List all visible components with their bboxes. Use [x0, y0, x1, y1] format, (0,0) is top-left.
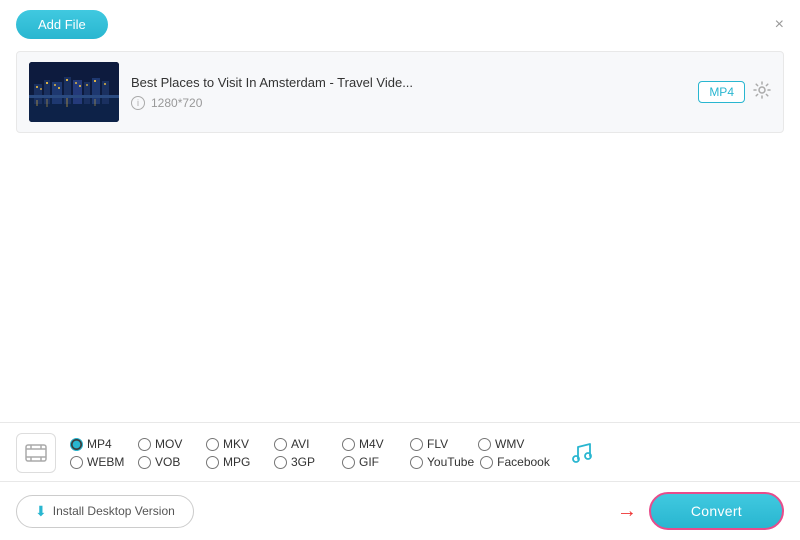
format-youtube-label: YouTube [427, 455, 474, 469]
file-info: Best Places to Visit In Amsterdam - Trav… [131, 75, 686, 110]
format-section: MP4 MOV MKV AVI M4V [0, 423, 800, 482]
format-avi-radio[interactable] [274, 438, 287, 451]
format-gif-label: GIF [359, 455, 379, 469]
format-vob-label: VOB [155, 455, 180, 469]
format-flv-label: FLV [427, 437, 448, 451]
file-title: Best Places to Visit In Amsterdam - Trav… [131, 75, 686, 90]
format-vob-radio[interactable] [138, 456, 151, 469]
format-m4v-radio[interactable] [342, 438, 355, 451]
format-m4v-label: M4V [359, 437, 384, 451]
format-3gp-radio[interactable] [274, 456, 287, 469]
format-vob[interactable]: VOB [138, 455, 200, 469]
file-thumbnail [29, 62, 119, 122]
format-mp4-radio[interactable] [70, 438, 83, 451]
format-flv-radio[interactable] [410, 438, 423, 451]
top-bar: Add File × [0, 0, 800, 47]
arrow-icon: → [617, 500, 637, 523]
format-webm-radio[interactable] [70, 456, 83, 469]
format-mov[interactable]: MOV [138, 437, 200, 451]
convert-area: → Convert [617, 492, 784, 530]
format-mpg-radio[interactable] [206, 456, 219, 469]
format-3gp[interactable]: 3GP [274, 455, 336, 469]
bottom-actions: ⬇ Install Desktop Version → Convert [0, 482, 800, 540]
file-resolution: 1280*720 [151, 96, 202, 110]
format-mov-label: MOV [155, 437, 182, 451]
format-youtube-radio[interactable] [410, 456, 423, 469]
format-facebook[interactable]: Facebook [480, 455, 550, 469]
install-desktop-button[interactable]: ⬇ Install Desktop Version [16, 495, 194, 528]
convert-button[interactable]: Convert [649, 492, 784, 530]
format-webm[interactable]: WEBM [70, 455, 132, 469]
download-icon: ⬇ [35, 503, 47, 520]
format-mkv-radio[interactable] [206, 438, 219, 451]
format-options: MP4 MOV MKV AVI M4V [70, 437, 550, 469]
middle-area [0, 137, 800, 377]
format-mkv-label: MKV [223, 437, 249, 451]
format-row-2: WEBM VOB MPG 3GP GIF [70, 455, 550, 469]
format-mkv[interactable]: MKV [206, 437, 268, 451]
format-row-1: MP4 MOV MKV AVI M4V [70, 437, 550, 451]
format-mpg-label: MPG [223, 455, 250, 469]
file-actions: MP4 [698, 81, 771, 104]
close-button[interactable]: × [775, 17, 784, 33]
format-3gp-label: 3GP [291, 455, 315, 469]
format-wmv-label: WMV [495, 437, 524, 451]
install-label: Install Desktop Version [53, 504, 175, 518]
format-m4v[interactable]: M4V [342, 437, 404, 451]
bottom-area: MP4 MOV MKV AVI M4V [0, 422, 800, 540]
format-mp4[interactable]: MP4 [70, 437, 132, 451]
file-list-item: Best Places to Visit In Amsterdam - Trav… [16, 51, 784, 133]
video-format-icon [16, 433, 56, 473]
info-icon: i [131, 96, 145, 110]
format-wmv[interactable]: WMV [478, 437, 540, 451]
add-file-button[interactable]: Add File [16, 10, 108, 39]
settings-button[interactable] [753, 81, 771, 104]
format-avi-label: AVI [291, 437, 309, 451]
audio-format-icon [564, 435, 600, 471]
format-avi[interactable]: AVI [274, 437, 336, 451]
format-webm-label: WEBM [87, 455, 124, 469]
format-gif[interactable]: GIF [342, 455, 404, 469]
format-gif-radio[interactable] [342, 456, 355, 469]
format-mpg[interactable]: MPG [206, 455, 268, 469]
format-mov-radio[interactable] [138, 438, 151, 451]
format-mp4-label: MP4 [87, 437, 112, 451]
format-facebook-label: Facebook [497, 455, 550, 469]
file-meta: i 1280*720 [131, 96, 686, 110]
format-flv[interactable]: FLV [410, 437, 472, 451]
format-badge[interactable]: MP4 [698, 81, 745, 103]
format-youtube[interactable]: YouTube [410, 455, 474, 469]
format-wmv-radio[interactable] [478, 438, 491, 451]
format-facebook-radio[interactable] [480, 456, 493, 469]
